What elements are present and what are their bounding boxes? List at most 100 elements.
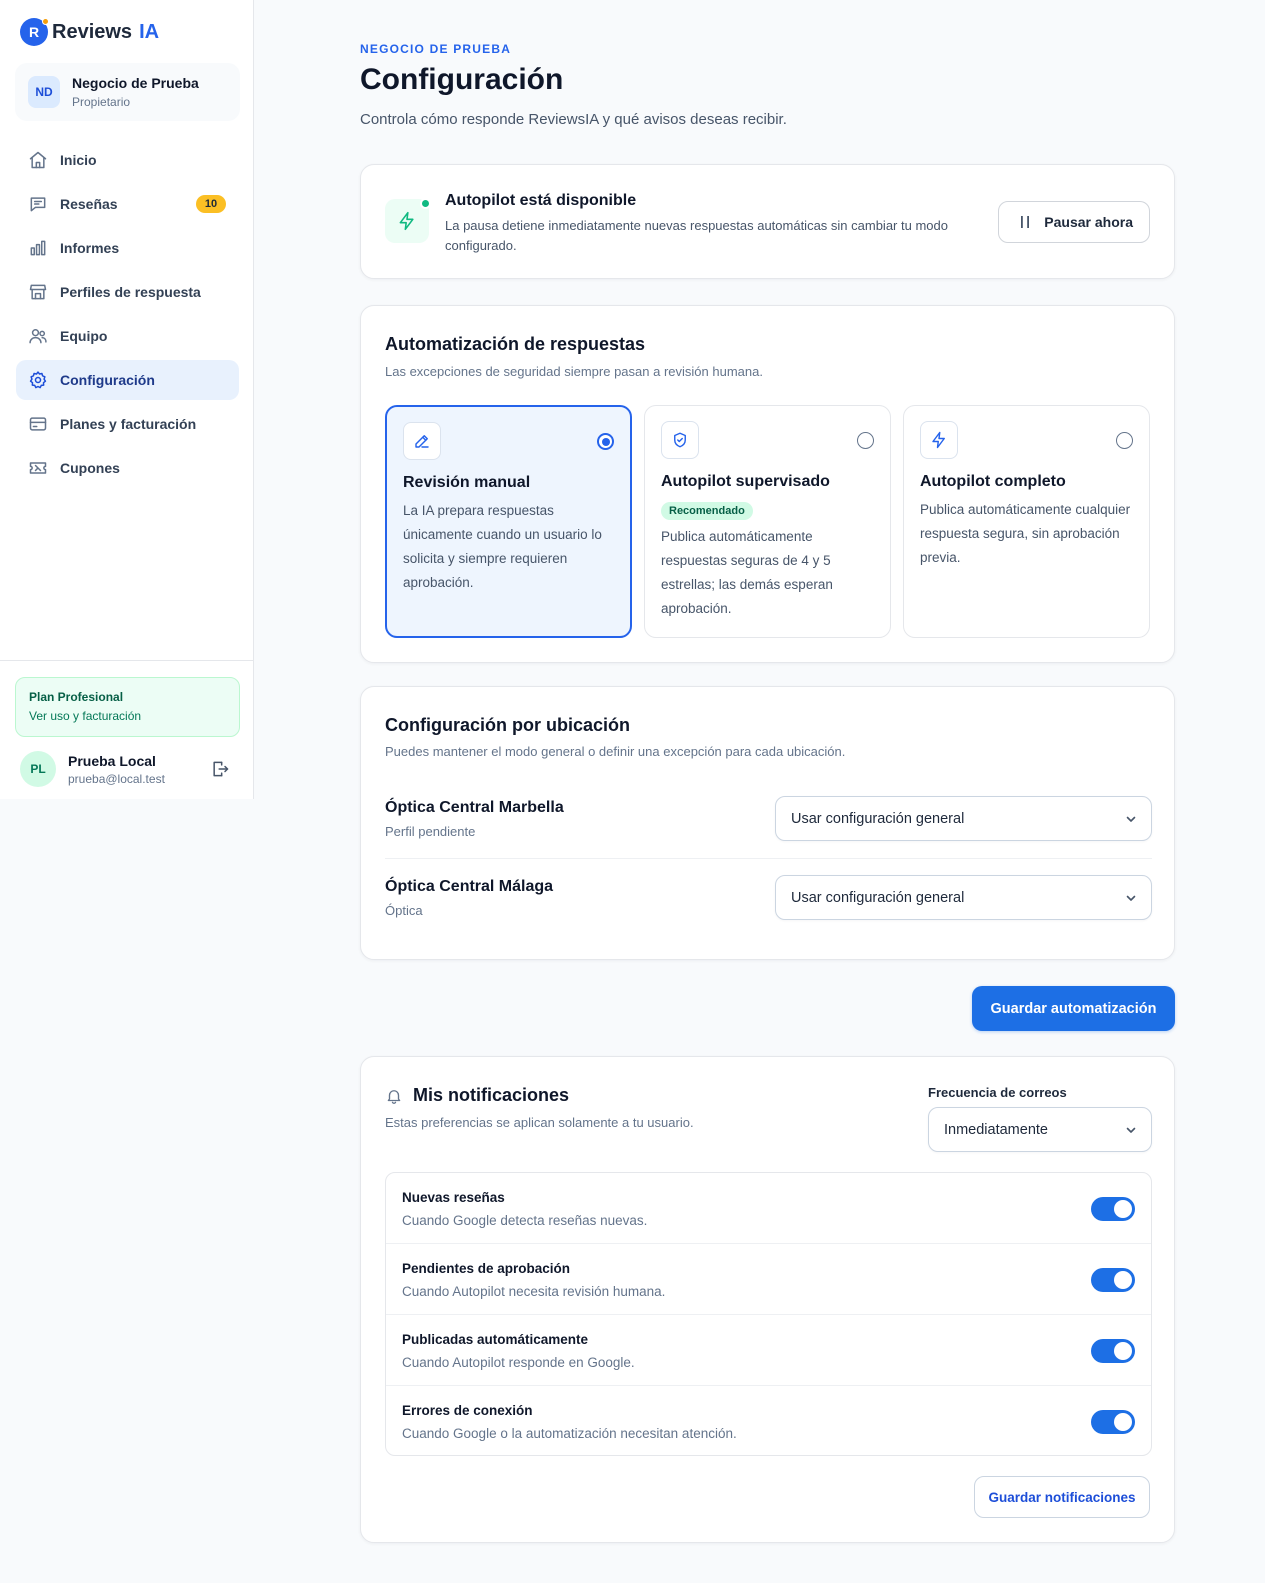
autopilot-status-description: La pausa detiene inmediatamente nuevas r… (445, 218, 948, 253)
sidebar-item-label: Inicio (60, 152, 97, 168)
credit-card-icon (28, 414, 48, 434)
notification-title: Publicadas automáticamente (402, 1332, 589, 1347)
plan-card[interactable]: Plan Profesional Ver uso y facturación (15, 677, 240, 737)
mode-title: Autopilot completo (920, 473, 1066, 490)
sidebar-item-label: Perfiles de respuesta (60, 284, 201, 300)
select-value: Usar configuración general (791, 810, 965, 827)
notifications-title: Mis notificaciones (413, 1085, 570, 1105)
location-name: Óptica Central Marbella (385, 799, 564, 816)
sidebar: R Reviews IA ND Negocio de Prueba Propie… (0, 0, 254, 799)
save-notifications-button[interactable]: Guardar notificaciones (974, 1476, 1150, 1518)
sidebar-item-cupones[interactable]: Cupones (16, 448, 239, 488)
brand-suffix: IA (139, 20, 160, 43)
chevron-down-icon (1125, 1124, 1137, 1136)
gear-icon (28, 370, 48, 390)
brand-name: Reviews (52, 20, 133, 43)
brand-logo[interactable]: R Reviews IA (20, 18, 159, 46)
location-mode-select[interactable]: Usar configuración general (775, 796, 1152, 841)
mode-radio-manual[interactable] (597, 433, 614, 450)
recommended-badge: Recomendado (661, 502, 753, 520)
location-mode-select[interactable]: Usar configuración general (775, 875, 1152, 920)
user-profile: PL Prueba Local prueba@local.test (20, 749, 232, 789)
mode-description: Publica automáticamente respuestas segur… (661, 529, 833, 616)
edit-icon (403, 422, 441, 460)
home-icon (28, 150, 48, 170)
list-item: Publicadas automáticamente Cuando Autopi… (386, 1315, 1151, 1386)
location-subtitle: Perfil pendiente (385, 824, 476, 839)
mode-option-supervised[interactable]: Autopilot supervisado Recomendado Public… (644, 405, 891, 638)
notification-description: Cuando Google detecta reseñas nuevas. (402, 1213, 648, 1228)
location-settings-subtitle: Puedes mantener el modo general o defini… (385, 744, 846, 759)
user-email: prueba@local.test (68, 771, 165, 786)
mode-title: Revisión manual (403, 474, 531, 491)
chevron-down-icon (1125, 892, 1137, 904)
location-settings-title: Configuración por ubicación (385, 715, 631, 735)
sidebar-item-equipo[interactable]: Equipo (16, 316, 239, 356)
automation-title: Automatización de respuestas (385, 334, 646, 354)
notification-preferences-list: Nuevas reseñas Cuando Google detecta res… (385, 1172, 1152, 1456)
mode-radio-full[interactable] (1116, 432, 1133, 449)
user-name: Prueba Local (68, 752, 156, 769)
ticket-icon (28, 458, 48, 478)
breadcrumb: NEGOCIO DE PRUEBA (360, 42, 512, 56)
notifications-subtitle: Estas preferencias se aplican solamente … (385, 1115, 694, 1130)
location-name: Óptica Central Málaga (385, 878, 554, 895)
sidebar-divider (0, 660, 254, 661)
list-item: Errores de conexión Cuando Google o la a… (386, 1386, 1151, 1457)
avatar: PL (20, 751, 56, 787)
email-frequency-select[interactable]: Inmediatamente (928, 1107, 1152, 1152)
logo-mark: R (20, 18, 49, 46)
sidebar-item-configuracion[interactable]: Configuración (16, 360, 239, 400)
reviews-count-badge: 10 (196, 195, 226, 213)
bar-chart-icon (28, 238, 48, 258)
mode-description: La IA prepara respuestas únicamente cuan… (403, 503, 602, 590)
sidebar-item-label: Reseñas (60, 196, 118, 212)
toggle-new-reviews[interactable] (1091, 1197, 1135, 1221)
status-indicator (420, 198, 431, 209)
business-name: Negocio de Prueba (72, 75, 199, 91)
toggle-pending-approval[interactable] (1091, 1268, 1135, 1292)
page-title: Configuración (360, 63, 564, 96)
sidebar-item-label: Planes y facturación (60, 416, 197, 432)
sidebar-nav: Inicio Reseñas 10 Informes Perfiles de r… (16, 140, 239, 492)
select-value: Inmediatamente (944, 1121, 1048, 1138)
sidebar-item-label: Cupones (60, 460, 120, 476)
sidebar-item-resenas[interactable]: Reseñas 10 (16, 184, 239, 224)
mode-option-full[interactable]: Autopilot completo Publica automáticamen… (903, 405, 1150, 638)
business-avatar: ND (28, 76, 60, 108)
pause-now-button[interactable]: Pausar ahora (998, 201, 1150, 243)
plan-usage-link[interactable]: Ver uso y facturación (29, 709, 226, 723)
autopilot-status-title: Autopilot está disponible (445, 192, 637, 209)
sidebar-item-label: Configuración (60, 372, 155, 388)
logo-letter: R (28, 24, 40, 40)
row-divider (385, 858, 1152, 859)
page-subtitle: Controla cómo responde ReviewsIA y qué a… (360, 111, 787, 128)
logout-icon[interactable] (210, 759, 230, 779)
save-automation-button[interactable]: Guardar automatización (972, 986, 1175, 1031)
autopilot-status-card: Autopilot está disponible La pausa detie… (360, 164, 1175, 279)
pause-now-label: Pausar ahora (1044, 214, 1133, 230)
toggle-auto-published[interactable] (1091, 1339, 1135, 1363)
location-settings-card: Configuración por ubicación Puedes mante… (360, 686, 1175, 960)
users-icon (28, 326, 48, 346)
sidebar-item-planes[interactable]: Planes y facturación (16, 404, 239, 444)
sidebar-item-informes[interactable]: Informes (16, 228, 239, 268)
business-role: Propietario (72, 95, 131, 109)
mode-description: Publica automáticamente cualquier respue… (920, 502, 1131, 565)
sidebar-item-perfiles[interactable]: Perfiles de respuesta (16, 272, 239, 312)
toggle-connection-errors[interactable] (1091, 1410, 1135, 1434)
notification-title: Errores de conexión (402, 1403, 533, 1418)
mode-radio-supervised[interactable] (857, 432, 874, 449)
list-item: Pendientes de aprobación Cuando Autopilo… (386, 1244, 1151, 1315)
sidebar-item-inicio[interactable]: Inicio (16, 140, 239, 180)
shield-check-icon (661, 421, 699, 459)
notification-description: Cuando Google o la automatización necesi… (402, 1426, 737, 1441)
automation-card: Automatización de respuestas Las excepci… (360, 305, 1175, 663)
select-value: Usar configuración general (791, 889, 965, 906)
notification-description: Cuando Autopilot responde en Google. (402, 1355, 635, 1370)
mode-option-manual[interactable]: Revisión manual La IA prepara respuestas… (385, 405, 632, 638)
business-switcher[interactable]: ND Negocio de Prueba Propietario (15, 63, 240, 121)
plan-name: Plan Profesional (29, 690, 124, 704)
message-icon (28, 194, 48, 214)
notification-description: Cuando Autopilot necesita revisión human… (402, 1284, 666, 1299)
